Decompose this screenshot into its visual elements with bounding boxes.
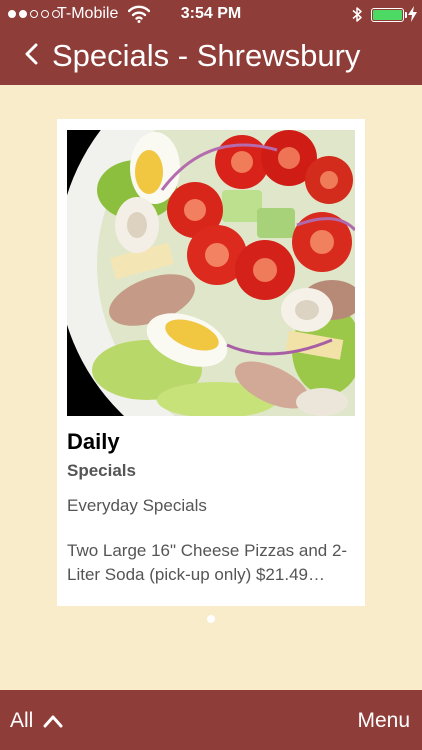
menu-button[interactable]: Menu (357, 709, 410, 733)
status-bar: T-Mobile 3:54 PM (0, 0, 422, 28)
chevron-up-icon (43, 715, 63, 728)
all-button[interactable]: All (10, 709, 63, 733)
card-category: Everyday Specials (67, 496, 207, 515)
bluetooth-icon (352, 7, 362, 22)
page-indicator-dot[interactable] (207, 615, 215, 623)
card-title: Daily (67, 429, 120, 454)
charging-icon (408, 6, 417, 22)
salad-photo (67, 130, 355, 416)
card-subtitle: Specials (67, 461, 136, 480)
all-label: All (10, 709, 34, 732)
battery-icon (371, 8, 407, 22)
page-title: Specials - Shrewsbury (52, 38, 361, 73)
card-description: Two Large 16" Cheese Pizzas and 2-Liter … (67, 541, 348, 584)
header: T-Mobile 3:54 PM Specials - Shrewsbury (0, 0, 422, 85)
bottom-bar: All Menu (0, 690, 422, 750)
back-chevron-icon[interactable] (24, 43, 40, 65)
special-card[interactable]: Daily Specials Everyday Specials Two Lar… (57, 119, 365, 606)
